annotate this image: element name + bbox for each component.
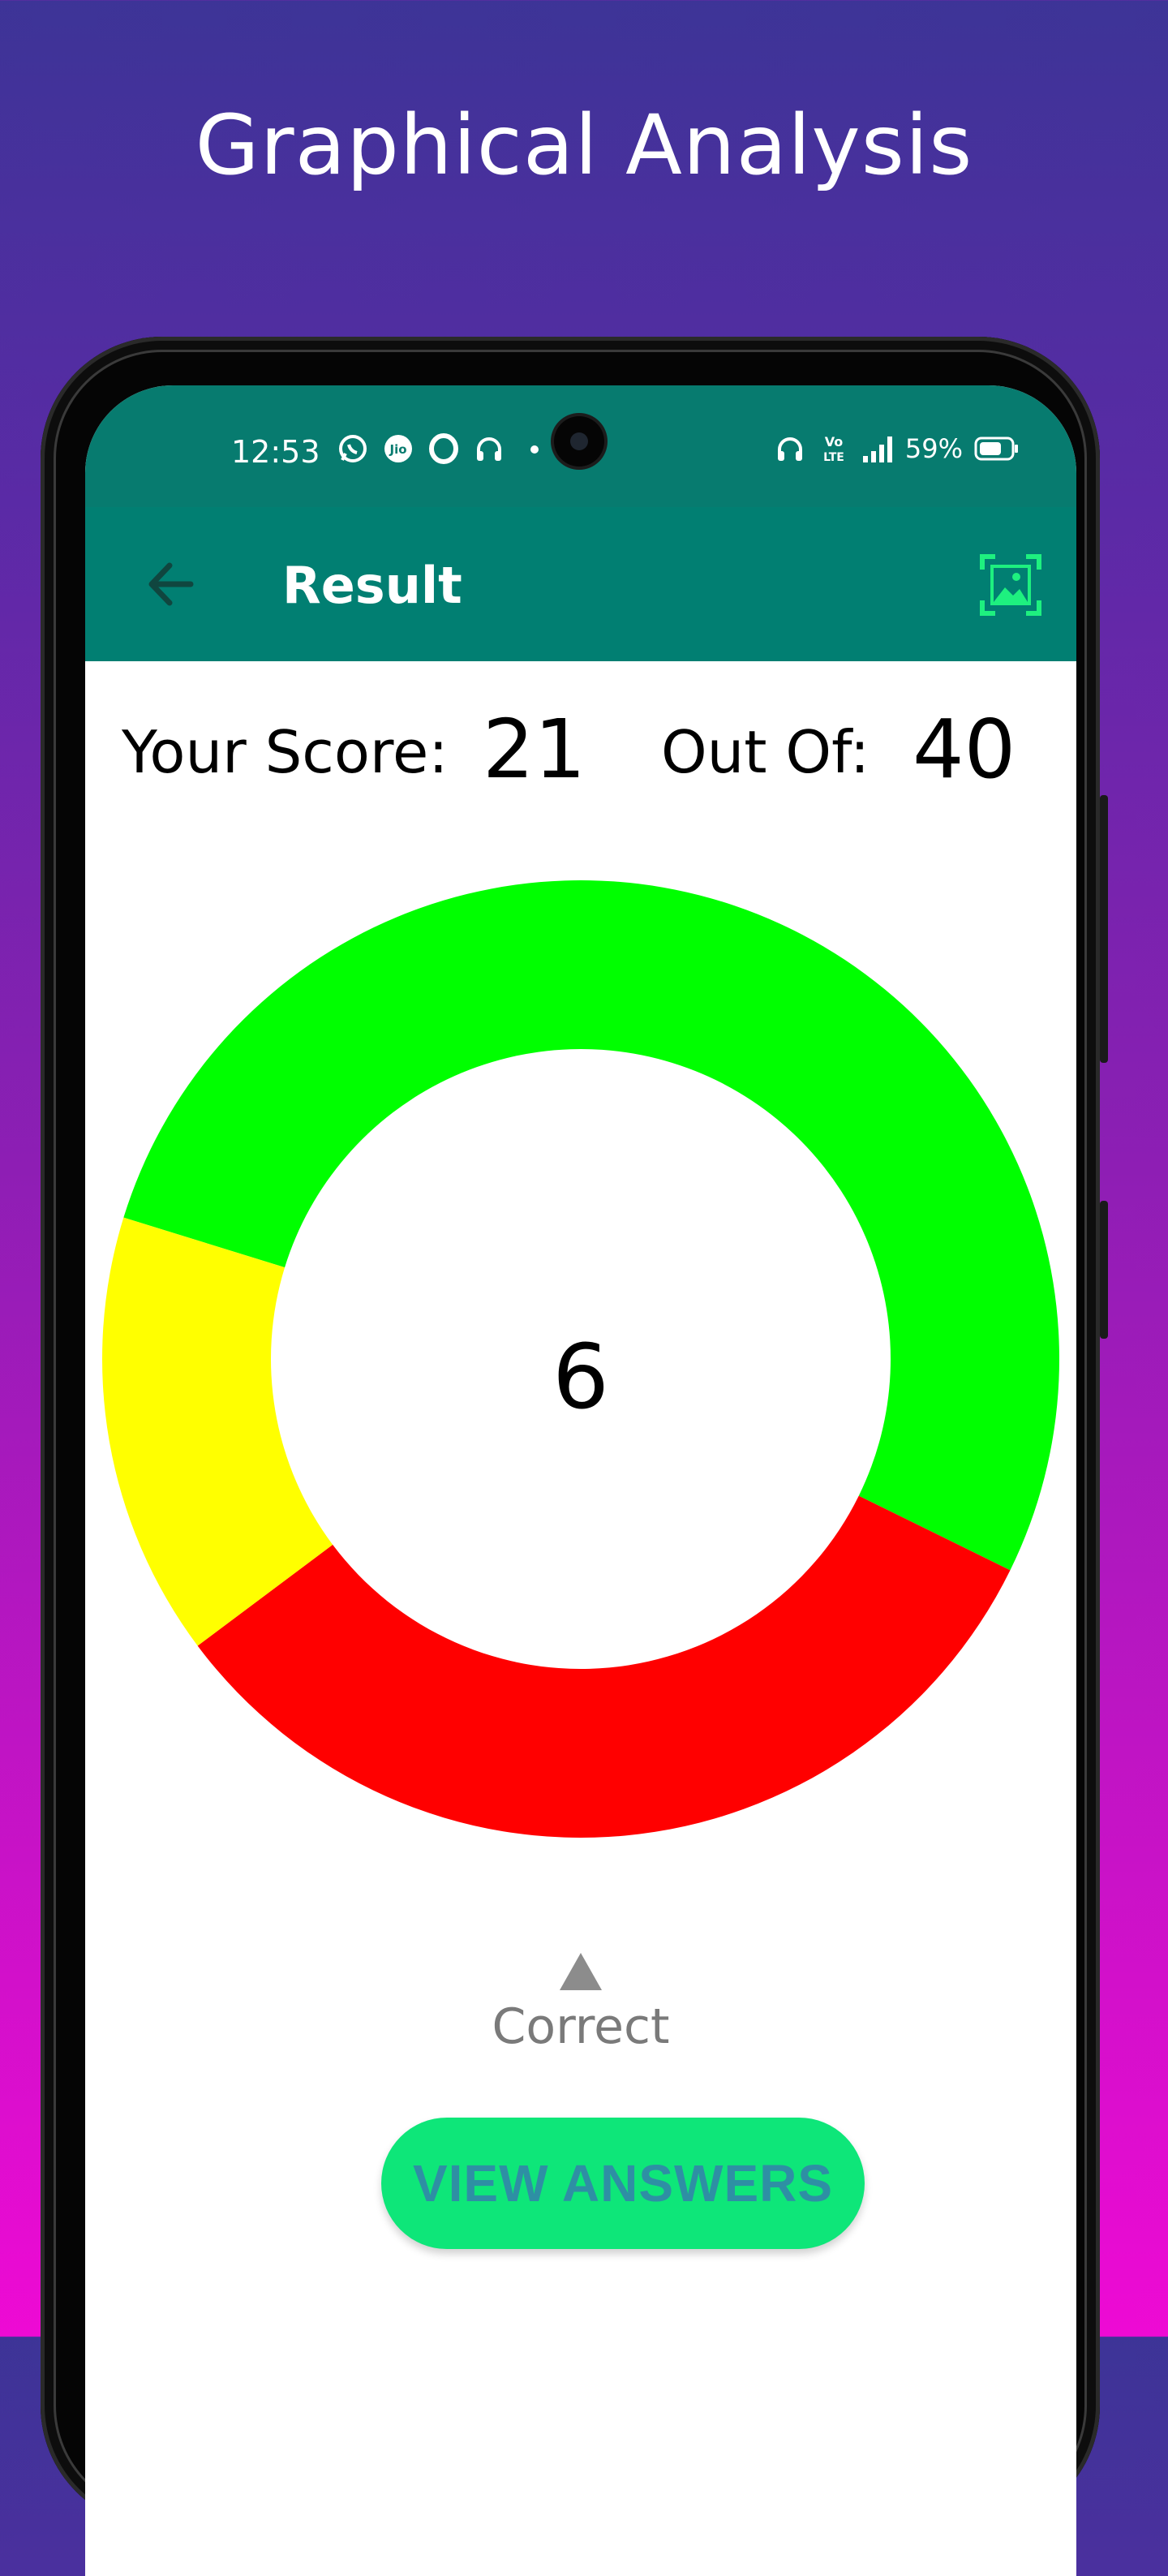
headline: Graphical Analysis bbox=[195, 97, 973, 194]
svg-text:LTE: LTE bbox=[823, 451, 844, 464]
phone-screen: 12:53 Jio Vo LTE 59% Result Your Score: … bbox=[85, 385, 1076, 2576]
phone-power-button bbox=[1100, 1201, 1108, 1339]
legend-label: Correct bbox=[492, 1998, 670, 2055]
score-donut-chart: 6 bbox=[101, 879, 1060, 1838]
headphones-icon bbox=[473, 432, 505, 465]
chart-legend: Correct bbox=[85, 1951, 1076, 2055]
app-bar: Result bbox=[85, 507, 1076, 661]
image-frame-icon bbox=[980, 554, 1041, 616]
screenshot-button[interactable] bbox=[977, 552, 1044, 618]
back-button[interactable] bbox=[135, 548, 208, 621]
out-of-label: Out Of: bbox=[661, 718, 870, 786]
status-time: 12:53 bbox=[231, 434, 320, 470]
status-system-icons: Vo LTE 59% bbox=[774, 432, 1020, 465]
page-title: Result bbox=[282, 556, 462, 615]
front-camera bbox=[554, 416, 604, 467]
svg-text:Vo: Vo bbox=[825, 434, 844, 449]
signal-icon bbox=[861, 432, 894, 465]
phone-frame: 12:53 Jio Vo LTE 59% Result Your Score: … bbox=[41, 337, 1100, 2576]
phone-volume-button bbox=[1100, 795, 1108, 1063]
volte-icon: Vo LTE bbox=[818, 432, 850, 465]
status-bar: 12:53 Jio Vo LTE 59% bbox=[85, 385, 1076, 507]
donut-center-label: 6 bbox=[552, 1325, 609, 1429]
jio-icon: Jio bbox=[382, 432, 414, 465]
dot-icon bbox=[518, 432, 551, 465]
your-score-label: Your Score: bbox=[122, 718, 449, 786]
out-of-value: 40 bbox=[912, 702, 1016, 797]
status-notification-icons: Jio bbox=[337, 432, 551, 465]
svg-text:Jio: Jio bbox=[389, 442, 406, 457]
view-answers-button[interactable]: VIEW ANSWERS bbox=[381, 2118, 865, 2249]
score-row: Your Score: 21 Out Of: 40 bbox=[85, 702, 1076, 799]
arrow-left-icon bbox=[148, 562, 194, 606]
whatsapp-icon bbox=[337, 432, 369, 465]
headphones-icon bbox=[774, 432, 806, 465]
legend-triangle-icon bbox=[558, 1951, 603, 1992]
your-score-value: 21 bbox=[483, 702, 586, 797]
opera-icon bbox=[427, 432, 460, 465]
battery-percent: 59% bbox=[904, 433, 963, 464]
battery-icon bbox=[974, 432, 1020, 465]
